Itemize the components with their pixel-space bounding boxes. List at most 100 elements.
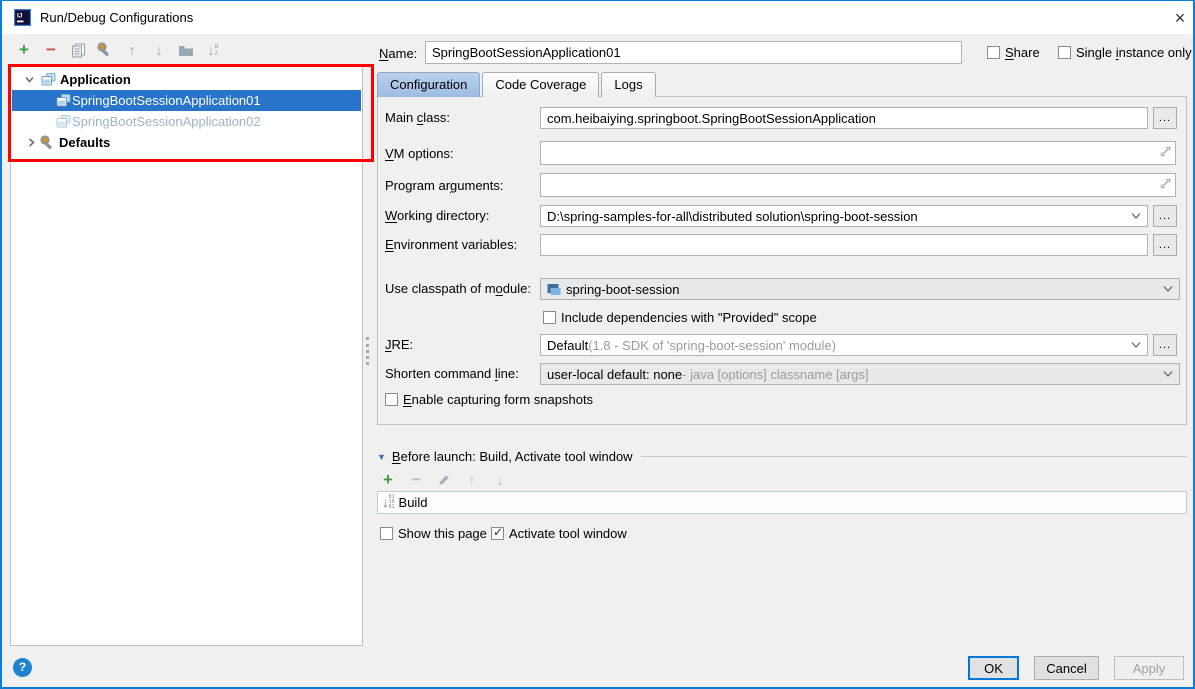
configurations-tree: Application SpringBootSessionApplication… (10, 65, 363, 646)
chevron-right-icon[interactable] (27, 138, 36, 147)
cancel-button[interactable]: Cancel (1034, 656, 1099, 680)
tree-item-springbootsessionapplication01[interactable]: SpringBootSessionApplication01 (12, 90, 361, 111)
vm-options-input[interactable] (540, 141, 1176, 165)
jre-hint: (1.8 - SDK of 'spring-boot-session' modu… (588, 338, 836, 353)
name-input[interactable] (425, 41, 962, 64)
wrench-icon (40, 135, 56, 151)
include-provided-label: Include dependencies with "Provided" sco… (561, 310, 817, 325)
environment-variables-input[interactable] (540, 234, 1148, 256)
configuration-tab-panel: Main class: ... VM options: Program argu… (377, 96, 1187, 425)
share-checkbox[interactable]: Share (987, 44, 1040, 60)
main-class-input[interactable] (540, 107, 1148, 129)
activate-tool-window-checkbox-box[interactable]: ✓ (491, 527, 504, 540)
program-arguments-input[interactable] (540, 173, 1176, 197)
tree-item-label[interactable]: Defaults (59, 135, 110, 150)
settings-tabs: Configuration Code Coverage Logs (377, 72, 656, 97)
remove-icon[interactable]: − (43, 42, 59, 58)
run-debug-configurations-dialog: IJ Run/Debug Configurations × + − ↑ ↓ ↓a… (0, 0, 1195, 689)
before-launch-title: Before launch: Build, Activate tool wind… (392, 449, 633, 464)
main-class-browse-button[interactable]: ... (1153, 107, 1177, 129)
tree-item-label[interactable]: SpringBootSessionApplication02 (72, 114, 261, 129)
intellij-idea-logo-icon: IJ (14, 9, 31, 26)
shorten-hint: - java [options] classname [args] (682, 367, 868, 382)
tree-group-defaults[interactable]: Defaults (12, 132, 361, 153)
show-this-page-checkbox-box[interactable] (380, 527, 393, 540)
move-up-icon[interactable]: ↑ (464, 472, 480, 488)
single-instance-checkbox[interactable]: Single instance only (1058, 44, 1192, 60)
single-instance-checkbox-box[interactable] (1058, 46, 1071, 59)
tree-item-springbootsessionapplication02[interactable]: SpringBootSessionApplication02 (12, 111, 361, 132)
help-icon[interactable]: ? (13, 658, 32, 677)
section-rule (641, 456, 1187, 457)
tree-group-application[interactable]: Application (12, 69, 361, 90)
jre-combo[interactable]: Default (1.8 - SDK of 'spring-boot-sessi… (540, 334, 1148, 356)
environment-variables-browse-button[interactable]: ... (1153, 234, 1177, 256)
chevron-down-icon[interactable] (1163, 370, 1173, 378)
build-task-label[interactable]: Build (399, 495, 428, 510)
chevron-down-icon[interactable] (1131, 212, 1141, 220)
title-bar: IJ Run/Debug Configurations × (2, 1, 1193, 34)
environment-variables-label: Environment variables: (385, 237, 517, 252)
module-icon (547, 283, 561, 296)
move-up-icon[interactable]: ↑ (124, 42, 140, 58)
apply-button[interactable]: Apply (1114, 656, 1184, 680)
remove-icon[interactable]: − (408, 472, 424, 488)
activate-tool-window-checkbox[interactable]: ✓ Activate tool window (491, 525, 627, 541)
tree-item-label[interactable]: Application (60, 72, 131, 87)
shorten-command-line-label: Shorten command line: (385, 366, 519, 381)
chevron-down-icon[interactable] (1131, 341, 1141, 349)
expand-field-icon[interactable] (1160, 146, 1171, 157)
tab-configuration[interactable]: Configuration (377, 72, 480, 97)
svg-text:IJ: IJ (17, 13, 23, 20)
single-instance-label: Single instance only (1076, 45, 1192, 60)
chevron-down-icon[interactable] (1163, 285, 1173, 293)
tab-code-coverage[interactable]: Code Coverage (482, 72, 599, 97)
include-provided-checkbox-box[interactable] (543, 311, 556, 324)
collapse-triangle-icon[interactable]: ▼ (377, 452, 386, 462)
edit-pencil-icon[interactable] (436, 472, 452, 488)
jre-browse-button[interactable]: ... (1153, 334, 1177, 356)
include-provided-checkbox[interactable]: Include dependencies with "Provided" sco… (543, 309, 817, 325)
panel-splitter-handle[interactable] (366, 337, 369, 365)
show-this-page-label: Show this page (398, 526, 487, 541)
shorten-command-line-combo[interactable]: user-local default: none - java [options… (540, 363, 1180, 385)
application-icon (56, 114, 71, 129)
move-down-icon[interactable]: ↓ (151, 42, 167, 58)
application-icon (41, 72, 56, 87)
tree-item-label[interactable]: SpringBootSessionApplication01 (72, 93, 261, 108)
use-classpath-label: Use classpath of module: (385, 281, 531, 296)
add-icon[interactable]: + (380, 472, 396, 488)
window-title: Run/Debug Configurations (40, 10, 193, 25)
close-icon[interactable]: × (1168, 6, 1192, 30)
edit-defaults-wrench-icon[interactable] (97, 42, 113, 58)
sort-alphabetically-icon[interactable]: ↓az (205, 42, 221, 58)
activate-tool-window-label: Activate tool window (509, 526, 627, 541)
ok-button[interactable]: OK (968, 656, 1019, 680)
shorten-value: user-local default: none (547, 367, 682, 382)
add-icon[interactable]: + (16, 42, 32, 58)
configurations-toolbar: + − ↑ ↓ ↓az (16, 42, 221, 58)
name-label: Name: (379, 46, 417, 61)
main-class-label: Main class: (385, 110, 450, 125)
show-this-page-checkbox[interactable]: Show this page (380, 525, 487, 541)
application-icon (56, 93, 71, 108)
before-launch-toolbar: + − ↑ ↓ (380, 472, 508, 488)
move-down-icon[interactable]: ↓ (492, 472, 508, 488)
use-classpath-combo[interactable]: spring-boot-session (540, 278, 1180, 300)
working-directory-browse-button[interactable]: ... (1153, 205, 1177, 227)
working-directory-label: Working directory: (385, 208, 490, 223)
share-checkbox-box[interactable] (987, 46, 1000, 59)
before-launch-header[interactable]: ▼ Before launch: Build, Activate tool wi… (377, 449, 1187, 464)
tab-logs[interactable]: Logs (601, 72, 655, 97)
check-mark-icon: ✓ (493, 525, 503, 539)
enable-snapshots-checkbox-box[interactable] (385, 393, 398, 406)
enable-snapshots-checkbox[interactable]: Enable capturing form snapshots (385, 391, 593, 407)
folder-icon[interactable] (178, 42, 194, 58)
working-directory-combo[interactable]: D:\spring-samples-for-all\distributed so… (540, 205, 1148, 227)
copy-icon[interactable] (70, 42, 86, 58)
working-directory-value: D:\spring-samples-for-all\distributed so… (547, 209, 918, 224)
before-launch-task-list: ↓011001 Build (377, 491, 1187, 514)
expand-field-icon[interactable] (1160, 178, 1171, 189)
use-classpath-value: spring-boot-session (566, 282, 679, 297)
chevron-down-icon[interactable] (25, 75, 34, 84)
